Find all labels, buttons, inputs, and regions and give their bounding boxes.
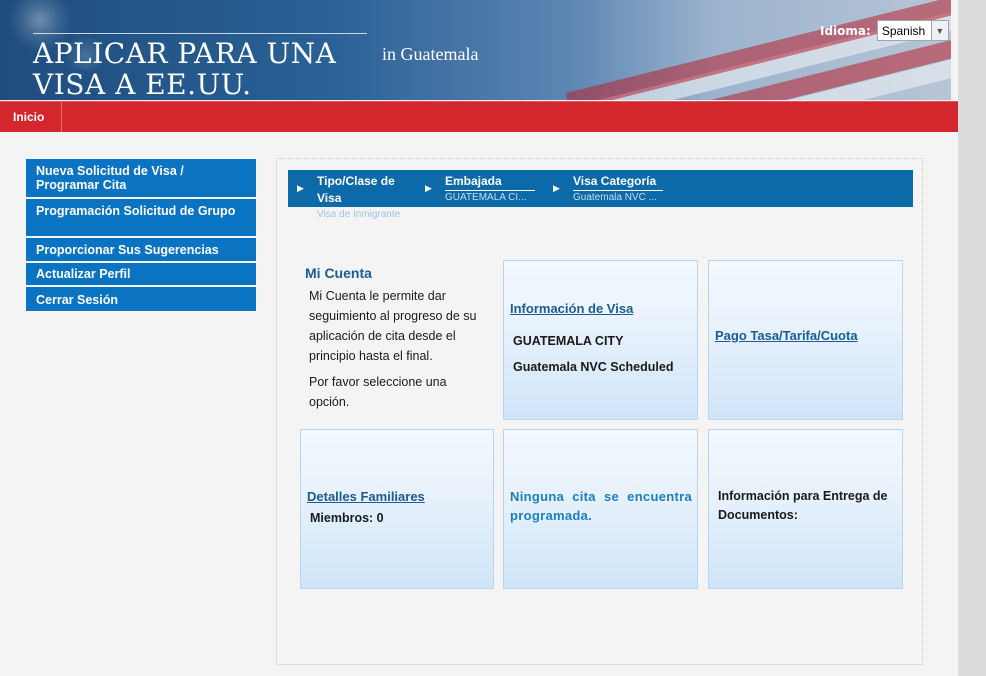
- scrollbar-track[interactable]: [958, 0, 986, 676]
- language-select[interactable]: Spanish ▼: [876, 20, 949, 41]
- breadcrumb-visa-type-title: Tipo/Clase de Visa: [317, 174, 395, 205]
- card-appointment: Ninguna cita se encuentra programada.: [503, 429, 698, 589]
- chevron-down-icon[interactable]: ▼: [930, 21, 948, 40]
- sidebar-item-logout[interactable]: Cerrar Sesión: [26, 287, 256, 311]
- family-details-link[interactable]: Detalles Familiares: [307, 489, 425, 504]
- breadcrumb-embassy-sub: GUATEMALA CI...: [445, 190, 535, 204]
- breadcrumb-visa-category-sub: Guatemala NVC ...: [573, 190, 663, 204]
- account-title: Mi Cuenta: [305, 265, 372, 281]
- account-instruction: Por favor seleccione una opción.: [309, 375, 447, 409]
- chevron-right-icon: ▶: [553, 183, 560, 193]
- breadcrumb: ▶ Tipo/Clase de Visa ▶ Embajada GUATEMAL…: [288, 170, 913, 207]
- language-label: Idioma:: [820, 23, 871, 38]
- account-description: Mi Cuenta le permite dar seguimiento al …: [309, 289, 477, 363]
- breadcrumb-embassy-title: Embajada: [445, 174, 502, 188]
- main-nav-bar: Inicio: [0, 101, 973, 132]
- site-title-line2: VISA A EE.UU.: [33, 68, 252, 100]
- visa-info-city: GUATEMALA CITY: [513, 334, 624, 348]
- site-header: APLICAR PARA UNA VISA A EE.UU. in Guatem…: [0, 0, 951, 100]
- breadcrumb-visa-category[interactable]: ▶ Visa Categoría Guatemala NVC ...: [553, 173, 663, 204]
- breadcrumb-visa-category-title: Visa Categoría: [573, 174, 657, 188]
- sidebar-menu: Nueva Solicitud de Visa / Programar Cita…: [26, 159, 256, 313]
- breadcrumb-visa-type[interactable]: ▶ Tipo/Clase de Visa: [297, 173, 405, 207]
- sidebar-item-new-application[interactable]: Nueva Solicitud de Visa / Programar Cita: [26, 159, 256, 197]
- main-panel: ▶ Tipo/Clase de Visa ▶ Embajada GUATEMAL…: [276, 158, 923, 665]
- title-divider: [33, 33, 367, 34]
- nav-home[interactable]: Inicio: [0, 102, 62, 132]
- documents-info: Información para Entrega de Documentos:: [718, 489, 888, 522]
- card-payment: Pago Tasa/Tarifa/Cuota: [708, 260, 903, 420]
- card-documents: Información para Entrega de Documentos:: [708, 429, 903, 589]
- family-members-count: Miembros: 0: [310, 511, 384, 525]
- account-intro: Mi Cuenta Mi Cuenta le permite dar segui…: [305, 265, 490, 412]
- language-value: Spanish: [881, 23, 926, 38]
- card-visa-info: Información de Visa GUATEMALA CITY Guate…: [503, 260, 698, 420]
- visa-info-category: Guatemala NVC Scheduled: [513, 360, 674, 374]
- sidebar-item-feedback[interactable]: Proporcionar Sus Sugerencias: [26, 238, 256, 261]
- breadcrumb-visa-type-sub: Visa de Inmigrante: [317, 209, 401, 220]
- sidebar-item-group-scheduling[interactable]: Programación Solicitud de Grupo: [26, 199, 256, 236]
- site-title-line1: APLICAR PARA UNA: [33, 37, 337, 70]
- appointment-status: Ninguna cita se encuentra programada.: [510, 489, 692, 523]
- payment-link[interactable]: Pago Tasa/Tarifa/Cuota: [715, 328, 858, 343]
- chevron-right-icon: ▶: [425, 183, 432, 193]
- breadcrumb-embassy[interactable]: ▶ Embajada GUATEMALA CI...: [425, 173, 535, 204]
- visa-info-link[interactable]: Información de Visa: [510, 301, 633, 316]
- language-selector: Idioma: Spanish ▼: [820, 20, 949, 41]
- sidebar-item-update-profile[interactable]: Actualizar Perfil: [26, 263, 256, 285]
- site-title: APLICAR PARA UNA VISA A EE.UU.: [33, 38, 336, 100]
- country-label: in Guatemala: [382, 44, 479, 64]
- chevron-right-icon: ▶: [297, 183, 304, 193]
- card-family: Detalles Familiares Miembros: 0: [300, 429, 494, 589]
